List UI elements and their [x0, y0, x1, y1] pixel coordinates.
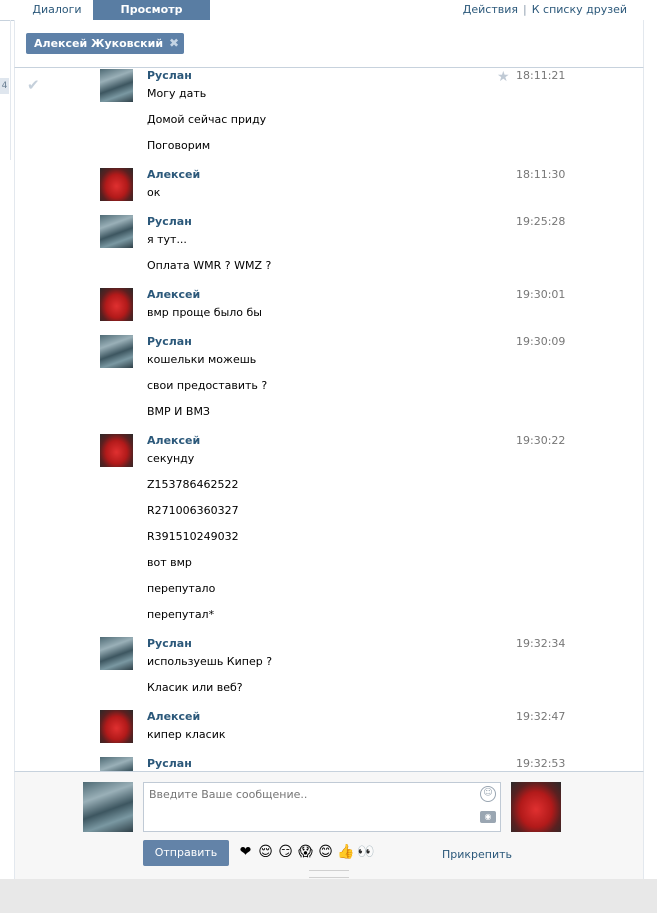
message-text: перепутало: [147, 582, 216, 595]
smile-emoji-icon[interactable]: 😊: [317, 844, 334, 861]
avatar[interactable]: [100, 168, 133, 201]
eyes-emoji-icon[interactable]: 👀: [357, 844, 374, 861]
attach-link[interactable]: Прикрепить: [442, 848, 512, 861]
avatar[interactable]: [100, 288, 133, 321]
to-friends-link[interactable]: К списку друзей: [532, 3, 627, 16]
heart-emoji-icon[interactable]: ❤: [237, 844, 254, 861]
remove-recipient-icon[interactable]: ✖: [169, 33, 179, 54]
message-text: используешь Кипер ?: [147, 655, 273, 668]
message-text: ВМР И ВМЗ: [147, 405, 210, 418]
message-time: 19:30:01: [516, 288, 566, 301]
message-author[interactable]: Руслан: [147, 637, 192, 651]
left-edge-panel: 4: [0, 20, 11, 160]
actions-link[interactable]: Действия: [463, 3, 518, 16]
camera-icon[interactable]: ◉: [480, 811, 496, 823]
composer: ☺ ◉ Отправить ❤😌😏😱😊👍👀 Прикрепить: [14, 771, 644, 880]
header-actions: Действия | К списку друзей: [463, 0, 627, 20]
message-input[interactable]: [144, 783, 484, 837]
tabs-bar: Диалоги Просмотр диалогов Действия | К спи…: [0, 0, 642, 36]
message-text: Домой сейчас приду: [147, 113, 267, 126]
avatar[interactable]: [100, 434, 133, 467]
message-input-box: ☺ ◉: [143, 782, 501, 837]
message-history[interactable]: ✔ ★ Руслан 18:11:21 Могу дать Домой сейч…: [14, 68, 644, 771]
dialog-header: Алексей Жуковский ✖: [14, 20, 644, 68]
message-time: 19:32:53: [516, 757, 566, 770]
send-button[interactable]: Отправить: [143, 840, 229, 866]
scream-emoji-icon[interactable]: 😱: [297, 844, 314, 861]
message-text: кошельки можешь: [147, 353, 257, 366]
actions-separator: |: [523, 3, 527, 16]
message-text: R391510249032: [147, 530, 239, 543]
message-time: 19:30:09: [516, 335, 566, 348]
message-text: свои предоставить ?: [147, 379, 268, 392]
my-avatar[interactable]: [83, 782, 133, 832]
thumbs-up-emoji-icon[interactable]: 👍: [337, 844, 354, 861]
recipient-chip[interactable]: Алексей Жуковский ✖: [26, 33, 185, 54]
message-author[interactable]: Руслан: [147, 335, 192, 349]
message-time: 19:25:28: [516, 215, 566, 228]
left-edge-counter: 4: [0, 78, 9, 94]
message-text: R271006360327: [147, 504, 239, 517]
avatar[interactable]: [100, 637, 133, 670]
smile-icon[interactable]: ☺: [480, 786, 496, 802]
star-icon[interactable]: ★: [497, 69, 510, 85]
avatar[interactable]: [100, 335, 133, 368]
quick-emoji-bar: ❤ 😌 😏 😱 😊 👍 👀: [237, 844, 377, 862]
message-text: вмр проще было бы: [147, 306, 262, 319]
message-time: 19:32:47: [516, 710, 566, 723]
page-footer-area: [0, 879, 657, 913]
smirk-emoji-icon[interactable]: 😏: [277, 844, 294, 861]
message-author[interactable]: Алексей: [147, 434, 200, 448]
message-text: вот вмр: [147, 556, 192, 569]
peer-avatar[interactable]: [511, 782, 561, 832]
message-author[interactable]: Руслан: [147, 69, 192, 83]
message-time: 19:30:22: [516, 434, 566, 447]
avatar[interactable]: [100, 215, 133, 248]
message-text: ок: [147, 186, 161, 199]
tab-view-dialogs[interactable]: Просмотр диалогов: [93, 0, 210, 36]
read-check-icon[interactable]: ✔: [27, 76, 40, 94]
message-text: Z153786462522: [147, 478, 239, 491]
message-time: 18:11:21: [516, 69, 566, 82]
message-text: Оплата WMR ? WMZ ?: [147, 259, 272, 272]
avatar[interactable]: [100, 710, 133, 743]
tab-dialogs[interactable]: Диалоги: [26, 0, 88, 20]
message-author[interactable]: Алексей: [147, 288, 200, 302]
message-author[interactable]: Алексей: [147, 168, 200, 182]
resize-grip[interactable]: [309, 870, 349, 878]
message-text: кипер класик: [147, 728, 226, 741]
message-author[interactable]: Руслан: [147, 215, 192, 229]
message-time: 19:32:34: [516, 637, 566, 650]
message-text: перепутал*: [147, 608, 215, 621]
message-author[interactable]: Алексей: [147, 710, 200, 724]
relieved-emoji-icon[interactable]: 😌: [257, 844, 274, 861]
avatar[interactable]: [100, 69, 133, 102]
message-text: Класик или веб?: [147, 681, 243, 694]
message-author[interactable]: Руслан: [147, 757, 192, 771]
message-text: секунду: [147, 452, 195, 465]
recipient-name: Алексей Жуковский: [34, 37, 164, 50]
message-text: я тут...: [147, 233, 187, 246]
message-time: 18:11:30: [516, 168, 566, 181]
avatar[interactable]: [100, 757, 133, 771]
message-text: Могу дать: [147, 87, 207, 100]
message-text: Поговорим: [147, 139, 211, 152]
